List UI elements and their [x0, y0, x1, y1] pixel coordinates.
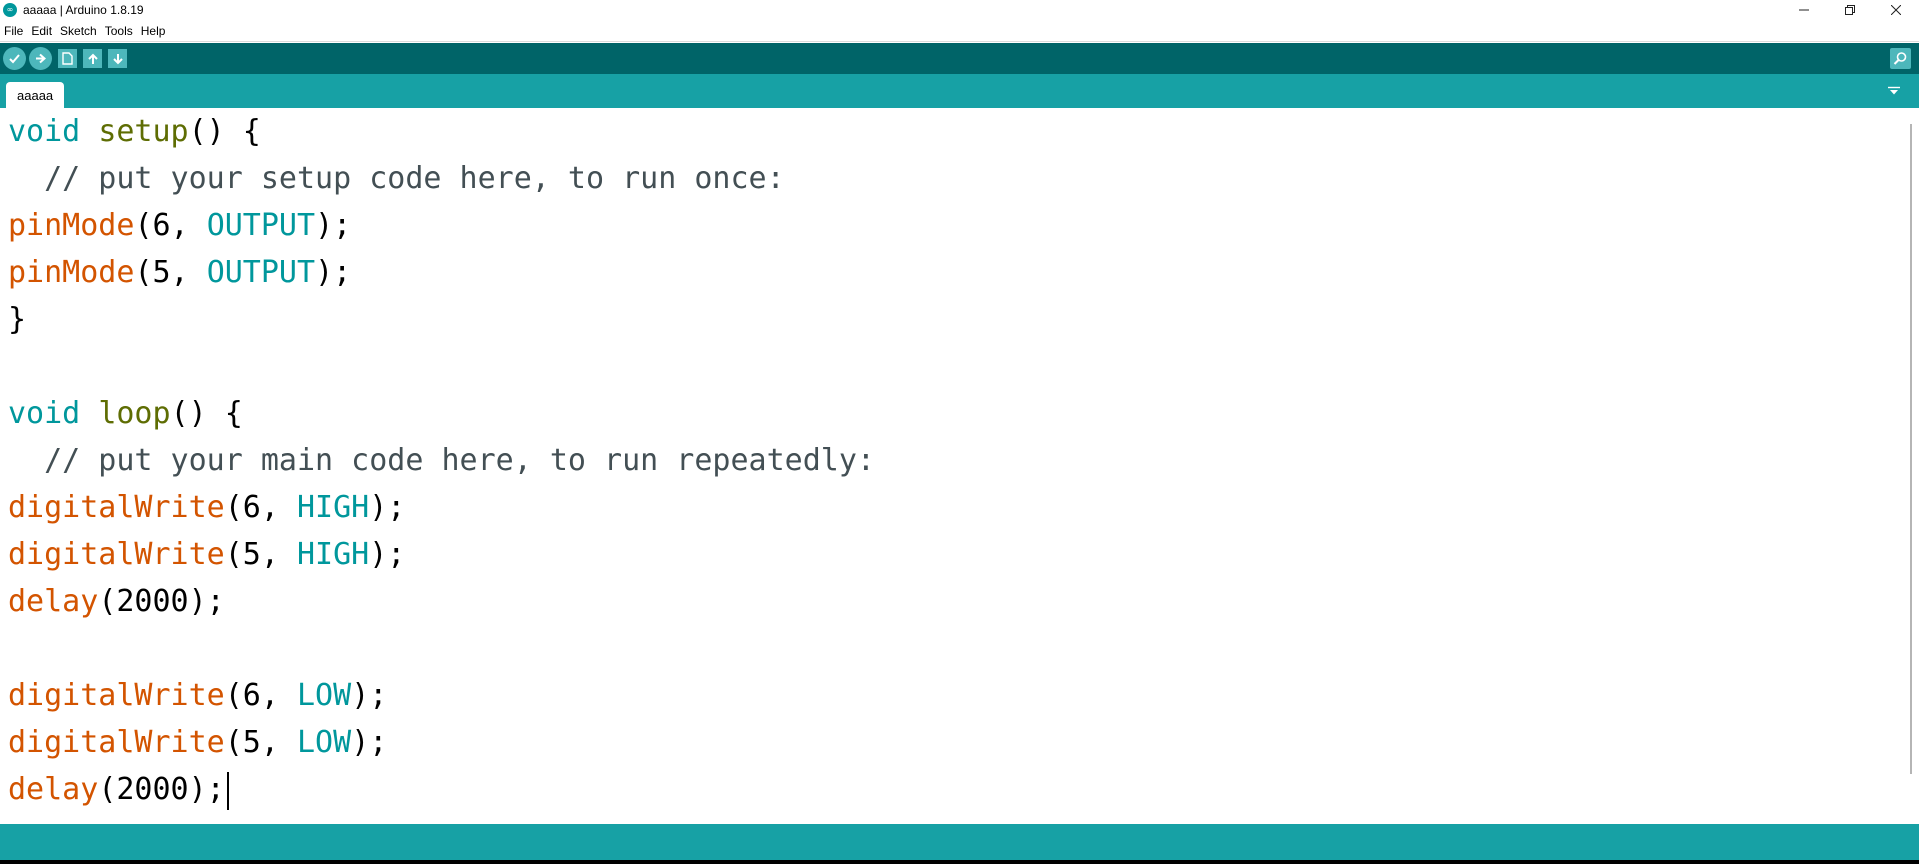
code-line[interactable]: digitalWrite(6, LOW);	[8, 672, 875, 719]
code-token: LOW	[297, 678, 352, 713]
code-line[interactable]	[8, 343, 875, 390]
close-button[interactable]	[1873, 0, 1919, 20]
code-token: delay	[8, 584, 99, 619]
menu-file[interactable]: File	[0, 24, 27, 38]
verify-button[interactable]	[3, 47, 26, 70]
minimize-button[interactable]	[1781, 0, 1827, 20]
window-title: aaaaa | Arduino 1.8.19	[23, 3, 144, 17]
open-icon	[87, 53, 98, 64]
title-bar: ∞ aaaaa | Arduino 1.8.19	[0, 0, 1919, 20]
code-token: LOW	[297, 725, 352, 760]
code-token: OUTPUT	[206, 255, 316, 290]
menu-help[interactable]: Help	[137, 24, 170, 38]
code-token: setup	[98, 114, 189, 149]
menu-edit[interactable]: Edit	[27, 24, 56, 38]
code-token: }	[8, 302, 27, 337]
code-token: HIGH	[297, 537, 370, 572]
code-text[interactable]: void setup() { // put your setup code he…	[8, 108, 875, 813]
code-line[interactable]: void setup() {	[8, 108, 875, 155]
code-token: );	[351, 725, 388, 760]
code-token: pinMode	[8, 208, 135, 243]
code-token: digitalWrite	[8, 490, 225, 525]
code-line[interactable]	[8, 625, 875, 672]
tab-strip: aaaaa	[0, 74, 1919, 108]
code-token: (5,	[224, 725, 297, 760]
serial-monitor-icon	[1893, 52, 1907, 65]
code-token: (2000);	[98, 772, 225, 807]
code-token: OUTPUT	[206, 208, 316, 243]
tab-menu-button[interactable]	[1885, 84, 1903, 98]
open-button[interactable]	[83, 49, 102, 68]
code-line[interactable]: digitalWrite(5, HIGH);	[8, 531, 875, 578]
code-line[interactable]: digitalWrite(5, LOW);	[8, 719, 875, 766]
code-token: (6,	[224, 490, 297, 525]
window-controls	[1781, 0, 1919, 20]
code-token: pinMode	[8, 255, 135, 290]
code-token: );	[315, 255, 352, 290]
code-line[interactable]: pinMode(5, OUTPUT);	[8, 249, 875, 296]
code-line[interactable]: delay(2000);	[8, 766, 875, 813]
code-token: (2000);	[98, 584, 225, 619]
code-token: (5,	[134, 255, 207, 290]
menu-sketch[interactable]: Sketch	[56, 24, 101, 38]
code-line[interactable]: delay(2000);	[8, 578, 875, 625]
new-icon	[62, 52, 73, 65]
code-token: );	[351, 678, 388, 713]
minimize-icon	[1799, 9, 1809, 11]
close-icon	[1891, 5, 1901, 15]
code-token: HIGH	[297, 490, 370, 525]
code-token: digitalWrite	[8, 678, 225, 713]
window-bottom-edge	[0, 860, 1919, 864]
code-token: delay	[8, 772, 99, 807]
upload-button[interactable]	[29, 47, 52, 70]
code-token: (6,	[134, 208, 207, 243]
code-token: );	[369, 537, 406, 572]
text-caret	[226, 771, 229, 810]
code-token: void	[8, 114, 81, 149]
code-token: // put your main code here, to run repea…	[8, 443, 875, 478]
code-editor[interactable]: void setup() { // put your setup code he…	[0, 108, 1919, 824]
menu-tools[interactable]: Tools	[101, 24, 137, 38]
scrollbar-thumb[interactable]	[1910, 124, 1912, 774]
code-line[interactable]: }	[8, 296, 875, 343]
code-line[interactable]: pinMode(6, OUTPUT);	[8, 202, 875, 249]
code-line[interactable]: void loop() {	[8, 390, 875, 437]
restore-icon	[1845, 5, 1855, 15]
code-line[interactable]: digitalWrite(6, HIGH);	[8, 484, 875, 531]
code-token: void	[8, 396, 81, 431]
status-bar	[0, 824, 1919, 860]
code-token: );	[315, 208, 352, 243]
tab-dropdown-icon	[1888, 86, 1900, 95]
restore-button[interactable]	[1827, 0, 1873, 20]
code-token: (6,	[224, 678, 297, 713]
code-line[interactable]: // put your main code here, to run repea…	[8, 437, 875, 484]
save-icon	[112, 53, 123, 64]
code-token: loop	[98, 396, 171, 431]
menu-bar: File Edit Sketch Tools Help	[0, 20, 1919, 42]
save-button[interactable]	[108, 49, 127, 68]
code-token: digitalWrite	[8, 725, 225, 760]
code-token: (5,	[224, 537, 297, 572]
serial-monitor-button[interactable]	[1890, 48, 1911, 69]
upload-icon	[36, 53, 47, 64]
code-token: digitalWrite	[8, 537, 225, 572]
code-token: () {	[188, 114, 261, 149]
new-button[interactable]	[58, 49, 77, 68]
arduino-logo-icon: ∞	[3, 3, 17, 17]
vertical-scrollbar[interactable]	[1902, 108, 1919, 824]
tab-sketch[interactable]: aaaaa	[6, 82, 65, 108]
code-token: // put your setup code here, to run once…	[8, 161, 785, 196]
code-line[interactable]: // put your setup code here, to run once…	[8, 155, 875, 202]
verify-icon	[9, 54, 20, 64]
code-token: () {	[170, 396, 243, 431]
toolbar	[0, 43, 1919, 74]
code-token: );	[369, 490, 406, 525]
